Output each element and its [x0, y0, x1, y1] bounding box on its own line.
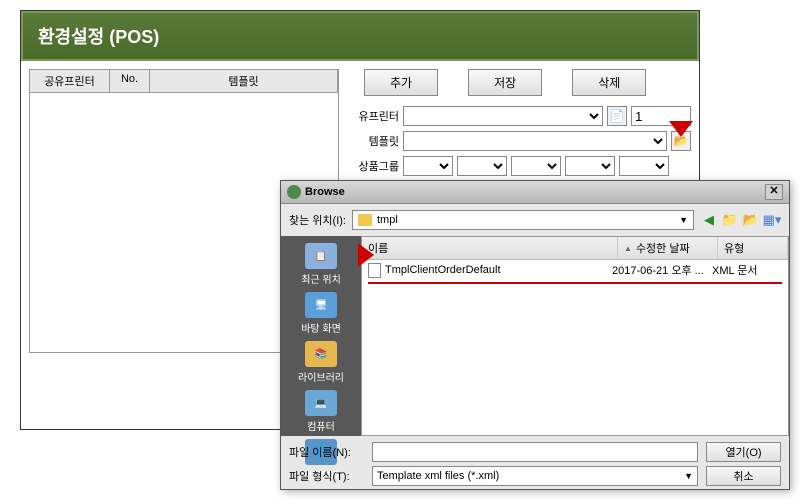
annotation-arrow-icon [669, 121, 693, 137]
back-icon[interactable]: ◀ [700, 211, 718, 229]
group-select-4[interactable] [565, 156, 615, 176]
col-template[interactable]: 템플릿 [150, 70, 338, 92]
sort-asc-icon: ▲ [624, 244, 632, 253]
col-no[interactable]: No. [110, 70, 150, 92]
location-select[interactable]: tmpl ▼ [352, 210, 694, 230]
group-select-5[interactable] [619, 156, 669, 176]
filename-input[interactable] [372, 442, 698, 462]
add-button[interactable]: 추가 [364, 69, 438, 96]
dialog-titlebar: Browse ✕ [281, 181, 789, 204]
places-sidebar: 📋최근 위치 🖥바탕 화면 📚라이브러리 💻컴퓨터 🌐네트워크 [281, 236, 361, 436]
printer-label: 유프린터 [344, 108, 399, 124]
up-icon[interactable]: 📁 [721, 211, 739, 229]
file-name: TmplClientOrderDefault [385, 264, 501, 276]
sidebar-item-library[interactable]: 📚라이브러리 [298, 339, 344, 386]
col-printer[interactable]: 공유프린터 [30, 70, 110, 92]
file-date: 2017-06-21 오후 ... [612, 262, 712, 278]
new-folder-icon[interactable]: 📂 [742, 211, 760, 229]
dialog-icon [287, 185, 301, 199]
xml-file-icon [368, 263, 381, 278]
file-list[interactable]: 이름 ▲수정한 날짜 유형 TmplClientOrderDefault 201… [361, 236, 789, 436]
sidebar-item-recent[interactable]: 📋최근 위치 [301, 241, 341, 288]
group-select-1[interactable] [403, 156, 453, 176]
col-modified[interactable]: ▲수정한 날짜 [618, 237, 718, 259]
file-type: XML 문서 [712, 262, 782, 278]
open-button[interactable]: 열기(O) [706, 442, 781, 462]
save-button[interactable]: 저장 [468, 69, 542, 96]
group-select-2[interactable] [457, 156, 507, 176]
close-icon[interactable]: ✕ [765, 184, 783, 200]
template-select[interactable] [403, 131, 667, 151]
template-label: 템플릿 [344, 133, 399, 149]
doc-icon[interactable]: 📄 [607, 106, 627, 126]
table-row[interactable]: TmplClientOrderDefault 2017-06-21 오후 ...… [362, 260, 788, 280]
col-type[interactable]: 유형 [718, 237, 788, 259]
location-value: tmpl [377, 214, 398, 226]
sidebar-item-desktop[interactable]: 🖥바탕 화면 [301, 290, 341, 337]
printer-select[interactable] [403, 106, 603, 126]
view-icon[interactable]: ▦▾ [763, 211, 781, 229]
window-title: 환경설정 (POS) [21, 11, 699, 61]
filetype-select[interactable]: Template xml files (*.xml)▼ [372, 466, 698, 486]
group-label: 상품그룹 [344, 158, 399, 174]
chevron-down-icon: ▼ [679, 215, 688, 225]
browse-dialog: Browse ✕ 찾는 위치(I): tmpl ▼ ◀ 📁 📂 ▦▾ 📋최근 위… [280, 180, 790, 490]
location-label: 찾는 위치(I): [289, 212, 346, 228]
dialog-title: Browse [305, 186, 345, 198]
annotation-underline [368, 282, 782, 284]
delete-button[interactable]: 삭제 [572, 69, 646, 96]
col-name[interactable]: 이름 [362, 237, 618, 259]
folder-icon [358, 214, 372, 226]
cancel-button[interactable]: 취소 [706, 466, 781, 486]
sidebar-item-computer[interactable]: 💻컴퓨터 [305, 388, 337, 435]
filetype-label: 파일 형식(T): [289, 468, 364, 484]
group-select-3[interactable] [511, 156, 561, 176]
chevron-down-icon: ▼ [684, 471, 693, 481]
filename-label: 파일 이름(N): [289, 444, 364, 460]
